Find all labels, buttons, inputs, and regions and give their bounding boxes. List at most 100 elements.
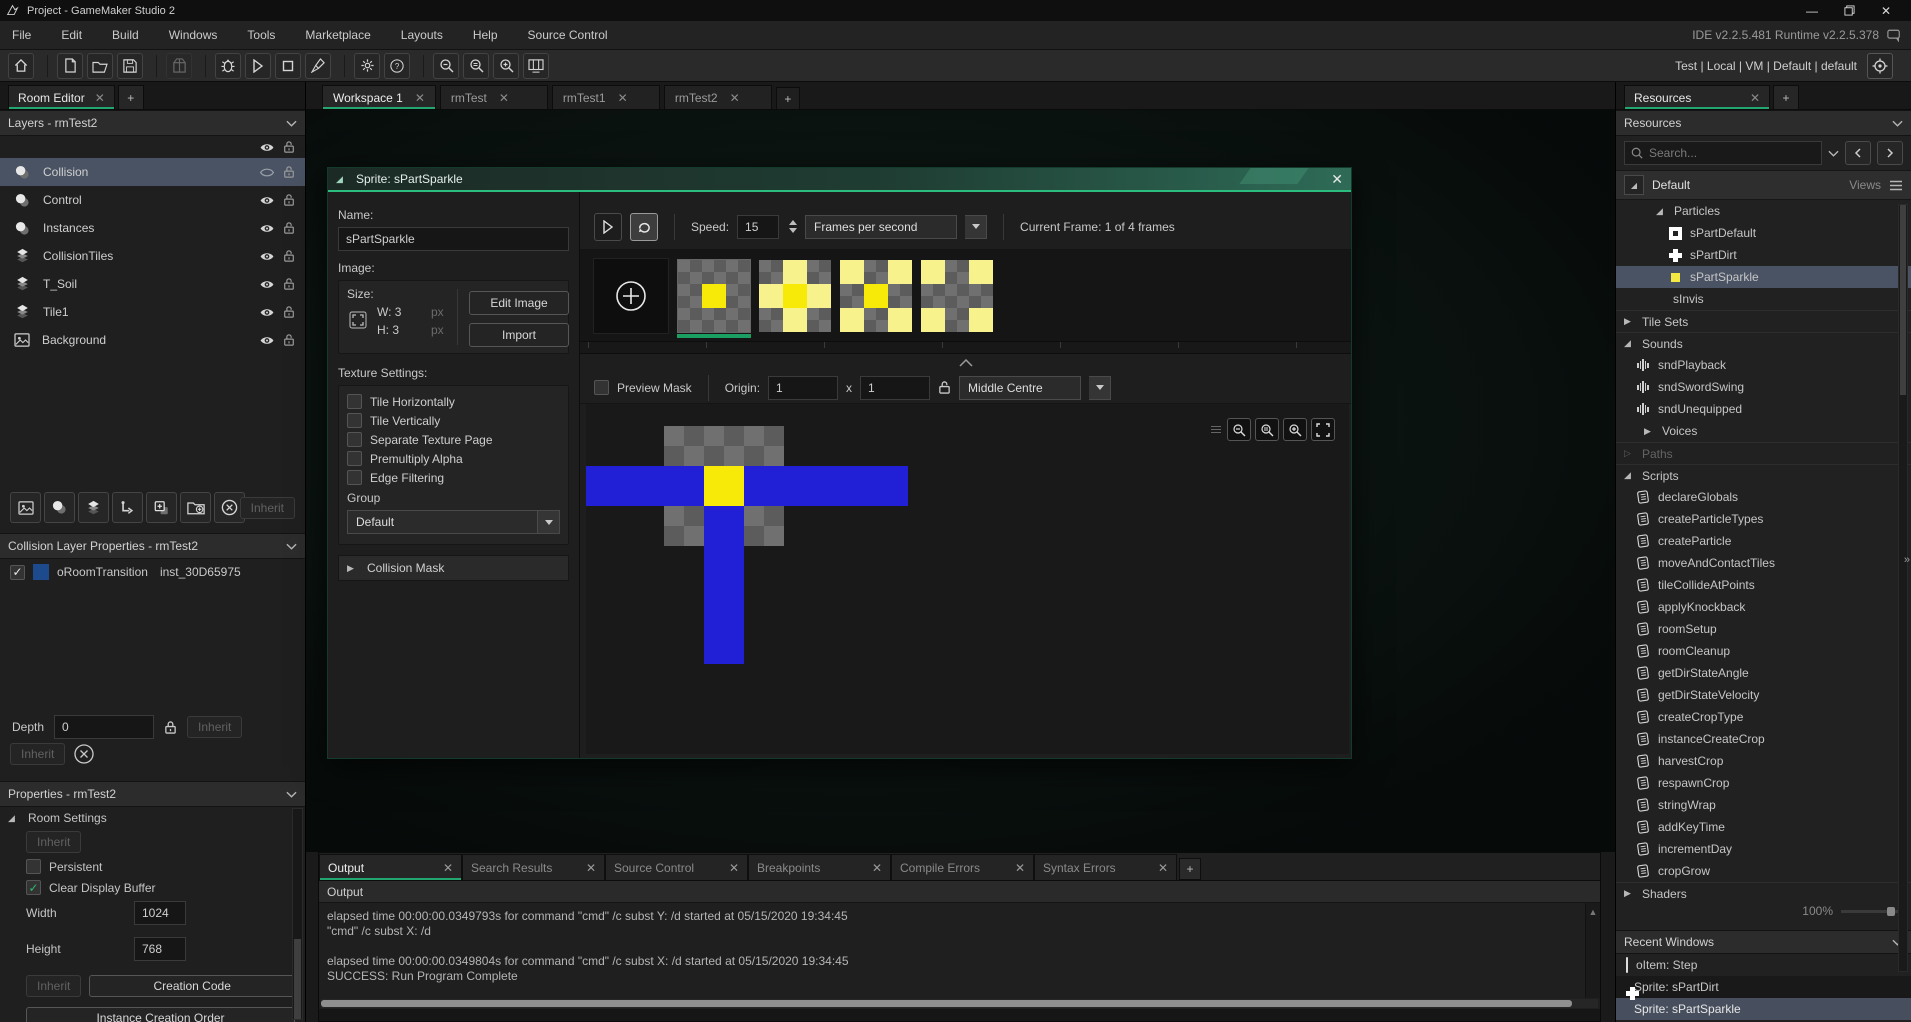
- menu-build[interactable]: Build: [110, 25, 141, 45]
- add-tab-button[interactable]: +: [1773, 85, 1799, 109]
- collapse-triangle-icon[interactable]: ◢: [336, 174, 348, 185]
- lock-icon[interactable]: [283, 305, 295, 319]
- zoom-in-icon[interactable]: [1283, 418, 1307, 441]
- home-button[interactable]: [8, 53, 34, 79]
- hamburger-menu-icon[interactable]: [1889, 180, 1903, 191]
- run-button[interactable]: [245, 53, 271, 79]
- recent-window-oitem-step[interactable]: oItem: Step: [1616, 954, 1911, 976]
- zoom-slider[interactable]: [1841, 910, 1899, 913]
- layer-row-collision[interactable]: Collision: [0, 158, 305, 186]
- lock-icon[interactable]: [283, 249, 295, 263]
- play-button[interactable]: [594, 213, 622, 241]
- menu-source-control[interactable]: Source Control: [526, 25, 610, 45]
- open-project-button[interactable]: [87, 53, 113, 79]
- resource-addkeytime[interactable]: addKeyTime: [1616, 816, 1911, 838]
- restore-button[interactable]: [1844, 5, 1855, 16]
- close-icon[interactable]: ✕: [1331, 171, 1343, 188]
- lock-icon[interactable]: [283, 277, 295, 291]
- dropdown-arrow-icon[interactable]: [538, 510, 560, 534]
- path-layer-button[interactable]: [112, 492, 143, 523]
- import-button[interactable]: Import: [469, 323, 569, 347]
- loop-button[interactable]: [630, 213, 658, 241]
- layer-row-t_soil[interactable]: T_Soil: [0, 270, 305, 298]
- triangle-expanded-icon[interactable]: ◢: [1624, 338, 1636, 349]
- recent-window-sprite-spartdirt[interactable]: Sprite: sPartDirt: [1616, 976, 1911, 998]
- tab-close-icon[interactable]: ✕: [872, 861, 882, 875]
- resource-respawncrop[interactable]: respawnCrop: [1616, 772, 1911, 794]
- target-icon[interactable]: [1867, 53, 1893, 79]
- add-workspace-tab-button[interactable]: +: [776, 87, 800, 109]
- recent-window-sprite-spartsparkle[interactable]: Sprite: sPartSparkle: [1616, 998, 1911, 1020]
- resource-createcroptype[interactable]: createCropType: [1616, 706, 1911, 728]
- search-next-button[interactable]: [1877, 141, 1903, 165]
- resource-root-row[interactable]: ◢ Default Views: [1616, 170, 1911, 200]
- add-frame-button[interactable]: [593, 258, 669, 334]
- instance-layer-button[interactable]: [44, 492, 75, 523]
- texture-group-dropdown[interactable]: Default: [347, 510, 538, 534]
- resource-tile-sets[interactable]: ▶Tile Sets: [1616, 310, 1911, 332]
- tile-layer-button[interactable]: [78, 492, 109, 523]
- animation-frame-2[interactable]: [759, 260, 831, 332]
- debug-button[interactable]: [215, 53, 241, 79]
- layer-row-background[interactable]: Background: [0, 326, 305, 354]
- zoom-reset-icon[interactable]: [1255, 418, 1279, 441]
- resource-spartsparkle[interactable]: sPartSparkle: [1616, 266, 1911, 288]
- menu-tools[interactable]: Tools: [245, 25, 277, 45]
- strip-collapse-chevron[interactable]: [580, 354, 1351, 372]
- menu-layouts[interactable]: Layouts: [399, 25, 445, 45]
- edit-image-button[interactable]: Edit Image: [469, 291, 569, 315]
- clear-inherit-icon[interactable]: [73, 743, 95, 765]
- sprite-canvas[interactable]: [586, 404, 1349, 754]
- menu-file[interactable]: File: [10, 25, 33, 45]
- instance-creation-order-button[interactable]: Instance Creation Order: [26, 1007, 295, 1022]
- game-options-button[interactable]: [354, 53, 380, 79]
- search-input[interactable]: Search...: [1624, 141, 1822, 165]
- output-tab-syntax-errors[interactable]: Syntax Errors✕: [1034, 854, 1177, 880]
- tab-close-icon[interactable]: ✕: [95, 91, 105, 105]
- build-targets-label[interactable]: Test | Local | VM | Default | default: [1675, 59, 1857, 73]
- save-project-button[interactable]: [117, 53, 143, 79]
- workspace-tab-workspace-1[interactable]: Workspace 1✕: [322, 85, 436, 109]
- fit-view-icon[interactable]: [1311, 418, 1335, 441]
- depth-inherit-button[interactable]: Inherit: [187, 716, 242, 738]
- resource-roomcleanup[interactable]: roomCleanup: [1616, 640, 1911, 662]
- tab-close-icon[interactable]: ✕: [1015, 861, 1025, 875]
- resource-tilecollideatpoints[interactable]: tileCollideAtPoints: [1616, 574, 1911, 596]
- resource-sinvis[interactable]: sInvis: [1616, 288, 1911, 310]
- resource-stringwrap[interactable]: stringWrap: [1616, 794, 1911, 816]
- tab-close-icon[interactable]: ✕: [443, 861, 453, 875]
- output-tab-compile-errors[interactable]: Compile Errors✕: [891, 854, 1034, 880]
- menu-edit[interactable]: Edit: [59, 25, 84, 45]
- output-vertical-scrollbar[interactable]: ▲: [1585, 903, 1600, 998]
- preview-mask-checkbox[interactable]: [594, 380, 609, 395]
- triangle-collapsed-icon[interactable]: ▷: [1624, 448, 1636, 459]
- recent-windows-header[interactable]: Recent Windows: [1616, 930, 1911, 954]
- eye-icon[interactable]: [259, 335, 275, 346]
- inherit-button[interactable]: Inherit: [10, 743, 65, 765]
- clean-button[interactable]: [305, 53, 331, 79]
- tab-close-icon[interactable]: ✕: [618, 91, 628, 105]
- resource-roomsetup[interactable]: roomSetup: [1616, 618, 1911, 640]
- layer-row-collisiontiles[interactable]: CollisionTiles: [0, 242, 305, 270]
- output-log[interactable]: ▲ elapsed time 00:00:00.0349793s for com…: [319, 903, 1600, 998]
- separate-texture-page-checkbox[interactable]: [347, 432, 362, 447]
- animation-frame-1[interactable]: [678, 260, 750, 332]
- speed-unit-dropdown[interactable]: Frames per second: [805, 215, 957, 239]
- frame-timeline-ruler[interactable]: [580, 342, 1351, 354]
- lock-icon[interactable]: [283, 140, 295, 154]
- package-button[interactable]: [166, 53, 192, 79]
- collision-instance-row[interactable]: ✓ oRoomTransition inst_30D65975: [0, 560, 305, 584]
- tab-resources[interactable]: Resources ✕: [1624, 85, 1770, 109]
- eye-icon[interactable]: [259, 142, 275, 153]
- layer-inherit-button[interactable]: Inherit: [240, 497, 295, 519]
- drag-grip-icon[interactable]: [1211, 426, 1221, 433]
- triangle-collapsed-icon[interactable]: ▶: [1624, 888, 1636, 899]
- resource-instancecreatecrop[interactable]: instanceCreateCrop: [1616, 728, 1911, 750]
- resource-sndplayback[interactable]: sndPlayback: [1616, 354, 1911, 376]
- collision-mask-section[interactable]: ▶ Collision Mask: [338, 555, 569, 581]
- dropdown-arrow-icon[interactable]: [1089, 376, 1111, 400]
- stop-button[interactable]: [275, 53, 301, 79]
- eye-icon[interactable]: [259, 279, 275, 290]
- size-inherit-button[interactable]: Inherit: [26, 975, 81, 997]
- lock-icon[interactable]: [283, 333, 295, 347]
